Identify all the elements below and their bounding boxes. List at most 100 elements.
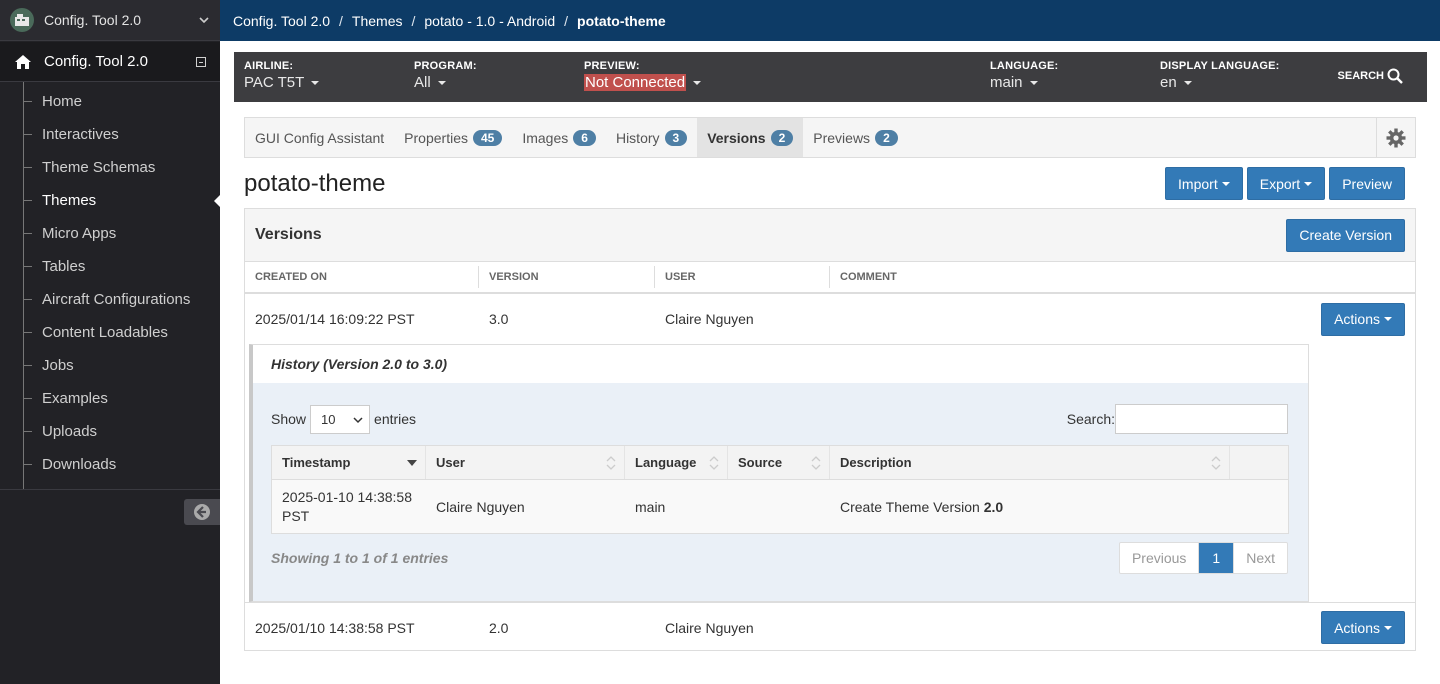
sidebar-item-aircraft-configurations[interactable]: Aircraft Configurations <box>24 283 220 316</box>
sort-icon <box>606 456 616 470</box>
app-name: Config. Tool 2.0 <box>44 12 142 28</box>
sidebar: Config. Tool 2.0 Config. Tool 2.0 Home I… <box>0 0 220 684</box>
tab-label: Properties <box>404 129 468 146</box>
tab-images[interactable]: Images 6 <box>512 118 606 157</box>
page-title: potato-theme <box>244 170 386 197</box>
chevron-down-icon[interactable] <box>198 14 210 26</box>
count-badge: 6 <box>573 129 596 146</box>
preview-button[interactable]: Preview <box>1329 167 1405 200</box>
language-value: main <box>990 74 1023 91</box>
actions-button[interactable]: Actions <box>1321 611 1405 644</box>
column-header-user[interactable]: USER <box>655 266 830 288</box>
count-badge: 3 <box>664 129 688 146</box>
sort-icon <box>1211 456 1221 470</box>
next-page-button[interactable]: Next <box>1234 543 1287 573</box>
page-1-button[interactable]: 1 <box>1199 543 1235 573</box>
table-row[interactable]: 2025/01/10 14:38:58 PST 2.0 Claire Nguye… <box>245 602 1415 652</box>
column-header-version[interactable]: VERSION <box>479 266 655 288</box>
collapse-sidebar-button[interactable] <box>184 499 220 525</box>
breadcrumb-item-schema[interactable]: potato - 1.0 - Android <box>424 13 555 29</box>
search-button[interactable]: SEARCH <box>1338 68 1403 84</box>
column-label: Source <box>738 455 783 470</box>
preview-filter[interactable]: PREVIEW: Not Connected <box>584 60 702 91</box>
sidebar-item-themes[interactable]: Themes <box>24 184 220 217</box>
history-search-input[interactable] <box>1115 404 1288 434</box>
program-label: PROGRAM: <box>414 60 477 72</box>
table-row[interactable]: 2025-01-10 14:38:58 PST Claire Nguyen mai… <box>272 480 1288 533</box>
user-cell: Claire Nguyen <box>665 311 754 327</box>
tab-history[interactable]: History 3 <box>606 118 697 157</box>
timestamp-date: 2025-01-10 14:38:58 <box>282 488 412 505</box>
version-cell: 2.0 <box>489 619 509 636</box>
tab-properties[interactable]: Properties 45 <box>394 118 512 157</box>
column-label: Language <box>635 455 697 470</box>
versions-table-header: CREATED ON VERSION USER COMMENT <box>245 262 1415 294</box>
count-badge: 2 <box>770 129 794 146</box>
breadcrumb-separator: / <box>339 12 343 29</box>
tab-previews[interactable]: Previews 2 <box>803 118 907 157</box>
user-cell: Claire Nguyen <box>436 498 525 515</box>
app-switcher[interactable]: Config. Tool 2.0 <box>0 0 220 41</box>
display-language-filter[interactable]: DISPLAY LANGUAGE: en <box>1160 60 1280 91</box>
display-language-label: DISPLAY LANGUAGE: <box>1160 60 1280 72</box>
column-header-user[interactable]: User <box>426 446 625 479</box>
language-filter[interactable]: LANGUAGE: main <box>990 60 1058 91</box>
actions-label: Actions <box>1334 311 1380 327</box>
page-size-value: 10 <box>321 411 336 427</box>
user-cell: Claire Nguyen <box>665 619 754 636</box>
home-icon <box>15 54 31 69</box>
column-label: User <box>436 455 465 470</box>
sidebar-item-micro-apps[interactable]: Micro Apps <box>24 217 220 250</box>
sort-icon <box>811 456 821 470</box>
airline-filter[interactable]: AIRLINE: PAC T5T <box>244 60 320 91</box>
column-label: Description <box>840 455 912 470</box>
breadcrumb-item-themes[interactable]: Themes <box>352 13 403 29</box>
tab-gui-config-assistant[interactable]: GUI Config Assistant <box>245 118 394 157</box>
history-table-header: Timestamp User Language Source Descripti… <box>272 446 1288 480</box>
sidebar-nav: Home Interactives Theme Schemas Themes M… <box>23 82 220 489</box>
breadcrumb-item-app[interactable]: Config. Tool 2.0 <box>233 13 330 29</box>
language-cell: main <box>635 498 666 515</box>
history-footer: Showing 1 to 1 of 1 entries Previous 1 N… <box>271 542 1288 574</box>
airline-label: AIRLINE: <box>244 60 294 72</box>
versions-panel-title: Versions <box>255 226 322 243</box>
column-header-language[interactable]: Language <box>625 446 728 479</box>
create-version-button[interactable]: Create Version <box>1286 218 1405 252</box>
breadcrumb-separator: / <box>564 12 569 29</box>
versions-panel-header: Versions Create Version <box>245 209 1415 262</box>
program-filter[interactable]: PROGRAM: All <box>414 60 477 91</box>
settings-button[interactable] <box>1376 118 1415 157</box>
sidebar-item-tables[interactable]: Tables <box>24 250 220 283</box>
timestamp-cell: 2025-01-10 14:38:58 PST <box>272 488 426 526</box>
sidebar-item-theme-schemas[interactable]: Theme Schemas <box>24 151 220 184</box>
sidebar-item-downloads[interactable]: Downloads <box>24 448 220 481</box>
created-on-cell: 2025/01/14 16:09:22 PST <box>255 311 415 327</box>
import-button[interactable]: Import <box>1165 167 1243 200</box>
column-header-created-on[interactable]: CREATED ON <box>245 266 479 288</box>
column-header-comment[interactable]: COMMENT <box>830 266 1415 288</box>
actions-button[interactable]: Actions <box>1321 302 1405 336</box>
caret-down-icon <box>1384 317 1392 321</box>
sidebar-item-examples[interactable]: Examples <box>24 382 220 415</box>
sidebar-item-content-loadables[interactable]: Content Loadables <box>24 316 220 349</box>
column-header-source[interactable]: Source <box>728 446 830 479</box>
sidebar-item-interactives[interactable]: Interactives <box>24 118 220 151</box>
column-header-description[interactable]: Description <box>830 446 1230 479</box>
tab-label: GUI Config Assistant <box>255 129 385 146</box>
sidebar-item-jobs[interactable]: Jobs <box>24 349 220 382</box>
page-size-select[interactable]: 10 <box>310 404 371 434</box>
tab-versions[interactable]: Versions 2 <box>697 118 804 157</box>
export-button[interactable]: Export <box>1246 167 1326 200</box>
history-controls: Show 10 entries Search: <box>271 403 1288 435</box>
column-header-timestamp[interactable]: Timestamp <box>272 446 426 479</box>
sidebar-item-uploads[interactable]: Uploads <box>24 415 220 448</box>
search-label: Search: <box>1066 411 1115 427</box>
created-on-cell: 2025/01/10 14:38:58 PST <box>255 619 415 636</box>
sidebar-section-header[interactable]: Config. Tool 2.0 <box>0 42 220 82</box>
table-row[interactable]: 2025/01/14 16:09:22 PST 3.0 Claire Nguye… <box>245 294 1415 344</box>
import-label: Import <box>1178 175 1218 192</box>
breadcrumb: Config. Tool 2.0 / Themes / potato - 1.0… <box>220 0 1440 41</box>
sidebar-item-home[interactable]: Home <box>24 85 220 118</box>
collapse-section-icon[interactable] <box>196 56 206 67</box>
previous-page-button[interactable]: Previous <box>1119 543 1200 573</box>
